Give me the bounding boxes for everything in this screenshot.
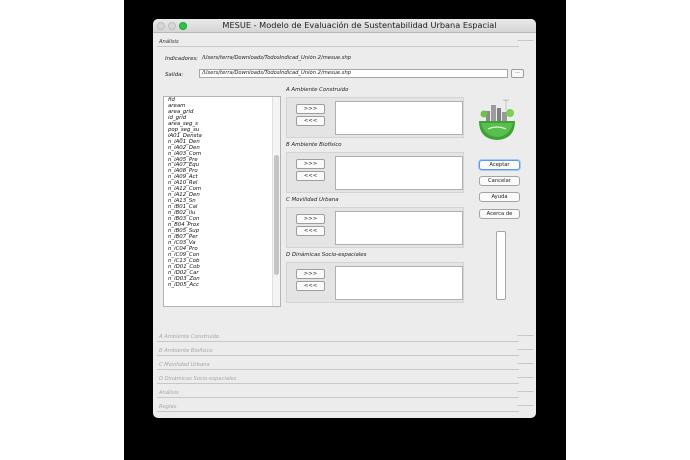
section-header-label: Análisis xyxy=(159,390,179,396)
group-a-selected-list[interactable] xyxy=(335,101,463,135)
section-header-ambiente-biofisico[interactable]: B Ambiente Biofísico xyxy=(157,346,536,356)
about-button[interactable]: Acerca de xyxy=(479,209,520,219)
section-header-notch xyxy=(517,335,536,342)
section-header-dinamicas-socio-espaciales[interactable]: D Dinámicas Socio-espaciales xyxy=(157,374,536,384)
section-header-notch xyxy=(517,349,536,356)
group-d-remove-button[interactable]: <<< xyxy=(296,281,325,291)
close-window-button[interactable] xyxy=(157,22,165,30)
group-b-remove-button[interactable]: <<< xyxy=(296,171,325,181)
section-header-label: D Dinámicas Socio-espaciales xyxy=(159,376,237,382)
field-list[interactable]: fid aream area_grid id_grid area_seg_s pop_se… xyxy=(163,96,281,307)
group-b-panel: >>> <<< xyxy=(286,152,464,193)
group-d-add-button[interactable]: >>> xyxy=(296,269,325,279)
indicadores-path: /Users/terra/Downloads/TodosIndicad_Unió… xyxy=(202,55,352,61)
section-header-label: B Ambiente Biofísico xyxy=(159,348,213,354)
section-header-label: Reglas xyxy=(159,404,177,410)
section-header-label: Análisis xyxy=(159,39,179,45)
group-d-label: D Dinámicas Socio-espaciales xyxy=(286,252,367,258)
group-d-selected-list[interactable] xyxy=(335,266,463,300)
group-c-label: C Movilidad Urbana xyxy=(286,197,339,203)
section-header-notch xyxy=(517,391,536,398)
group-b-selected-list[interactable] xyxy=(335,156,463,190)
group-d-panel: >>> <<< xyxy=(286,262,464,303)
field-list-scroll-thumb[interactable] xyxy=(274,155,279,275)
zoom-window-button[interactable] xyxy=(179,22,187,30)
salida-label: Salida: xyxy=(165,72,184,78)
section-header-notch xyxy=(517,363,536,370)
field-list-item[interactable]: n_iD05_Acc xyxy=(168,282,272,289)
section-header-ambiente-construido[interactable]: A Ambiente Construido xyxy=(157,332,536,342)
section-header-notch xyxy=(517,405,536,412)
accept-button[interactable]: Aceptar xyxy=(479,160,520,170)
progress-bar xyxy=(496,231,506,300)
group-a-panel: >>> <<< xyxy=(286,97,464,138)
group-c-selected-list[interactable] xyxy=(335,211,463,245)
title-bar[interactable]: MESUE - Modelo de Evaluación de Sustenta… xyxy=(153,19,536,33)
salida-input[interactable]: /Users/terra/Downloads/TodosIndicad_Unió… xyxy=(199,69,508,78)
section-header-label: A Ambiente Construido xyxy=(159,334,220,340)
group-c-add-button[interactable]: >>> xyxy=(296,214,325,224)
window-title: MESUE - Modelo de Evaluación de Sustenta… xyxy=(222,20,497,30)
section-header-movilidad-urbana[interactable]: C Movilidad Urbana xyxy=(157,360,536,370)
minimize-window-button[interactable] xyxy=(168,22,176,30)
eco-city-logo-icon xyxy=(479,99,515,140)
section-header-notch xyxy=(517,377,536,384)
group-a-add-button[interactable]: >>> xyxy=(296,104,325,114)
group-a-label: A Ambiente Construido xyxy=(286,87,349,93)
section-header-label: C Movilidad Urbana xyxy=(159,362,210,368)
browse-button[interactable]: ... xyxy=(511,69,524,78)
indicadores-label: Indicadores: xyxy=(165,56,199,62)
section-header-notch xyxy=(517,40,536,47)
section-header-reglas[interactable]: Reglas xyxy=(157,402,536,412)
group-a-remove-button[interactable]: <<< xyxy=(296,116,325,126)
mesue-window: MESUE - Modelo de Evaluación de Sustenta… xyxy=(153,19,536,418)
field-list-scrollbar[interactable] xyxy=(272,97,280,306)
group-c-panel: >>> <<< xyxy=(286,207,464,248)
help-button[interactable]: Ayuda xyxy=(479,192,520,202)
group-c-remove-button[interactable]: <<< xyxy=(296,226,325,236)
section-header-analisis-collapsed[interactable]: Análisis xyxy=(157,388,536,398)
field-list-items: fid aream area_grid id_grid area_seg_s pop_se… xyxy=(168,97,272,289)
group-b-label: B Ambiente Biofísico xyxy=(286,142,342,148)
group-b-add-button[interactable]: >>> xyxy=(296,159,325,169)
cancel-button[interactable]: Cancelar xyxy=(479,176,520,186)
section-header-analisis[interactable]: Análisis xyxy=(157,37,536,47)
